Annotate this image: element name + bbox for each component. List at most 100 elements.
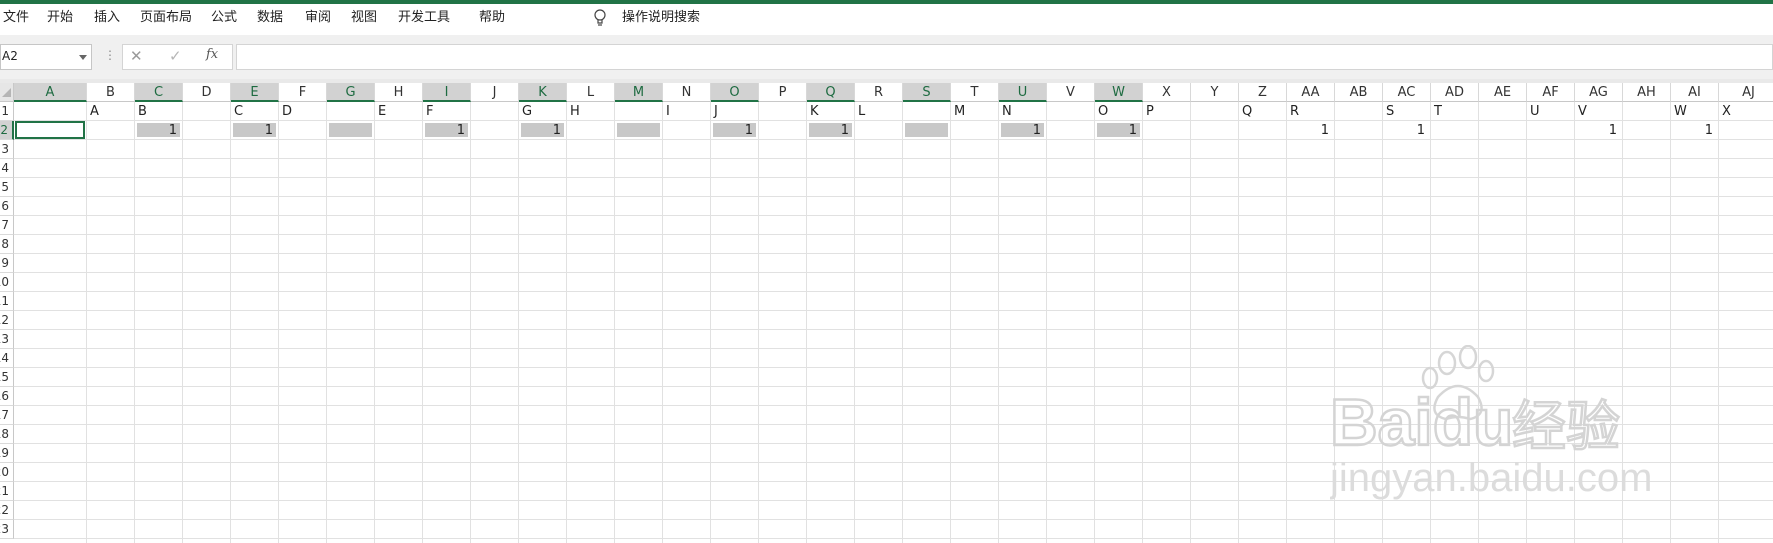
cell-w1[interactable]: O xyxy=(1098,103,1108,121)
column-header-ah[interactable]: AH xyxy=(1623,83,1671,102)
selected-cell-m2[interactable] xyxy=(617,123,660,137)
row-header-8[interactable]: 8 xyxy=(0,235,14,254)
ribbon-tab-1[interactable]: 开始 xyxy=(47,9,73,27)
cell-x1[interactable]: P xyxy=(1146,103,1154,121)
row-header-13[interactable]: 13 xyxy=(0,330,14,349)
row-header-12[interactable]: 12 xyxy=(0,311,14,330)
tell-me-search[interactable]: 操作说明搜索 xyxy=(622,9,700,27)
column-header-m[interactable]: M xyxy=(615,83,663,102)
ribbon-tab-5[interactable]: 数据 xyxy=(257,9,283,27)
cell-c1[interactable]: B xyxy=(138,103,147,121)
selected-cell-g2[interactable] xyxy=(329,123,372,137)
column-header-f[interactable]: F xyxy=(279,83,327,102)
cell-i1[interactable]: F xyxy=(426,103,433,121)
cell-ag1[interactable]: V xyxy=(1578,103,1587,121)
column-header-z[interactable]: Z xyxy=(1239,83,1287,102)
row-header-20[interactable]: 20 xyxy=(0,463,14,482)
row-header-7[interactable]: 7 xyxy=(0,216,14,235)
cell-aa1[interactable]: R xyxy=(1290,103,1299,121)
column-header-a[interactable]: A xyxy=(14,83,87,102)
ribbon-tab-9[interactable]: 帮助 xyxy=(479,9,505,27)
cell-u1[interactable]: N xyxy=(1002,103,1012,121)
cell-ad1[interactable]: T xyxy=(1434,103,1442,121)
cell-ai2[interactable]: 1 xyxy=(1671,122,1713,140)
confirm-entry-button[interactable]: ✓ xyxy=(169,47,182,65)
ribbon-tab-2[interactable]: 插入 xyxy=(94,9,120,27)
column-header-e[interactable]: E xyxy=(231,83,279,102)
row-header-18[interactable]: 18 xyxy=(0,425,14,444)
cell-e2[interactable]: 1 xyxy=(231,122,273,140)
row-header-1[interactable]: 1 xyxy=(0,102,14,121)
row-header-17[interactable]: 17 xyxy=(0,406,14,425)
cell-af1[interactable]: U xyxy=(1530,103,1540,121)
column-header-u[interactable]: U xyxy=(999,83,1047,102)
cell-aj1[interactable]: X xyxy=(1722,103,1731,121)
row-header-22[interactable]: 22 xyxy=(0,501,14,520)
cell-e1[interactable]: C xyxy=(234,103,243,121)
cell-u2[interactable]: 1 xyxy=(999,122,1041,140)
column-header-af[interactable]: AF xyxy=(1527,83,1575,102)
row-header-15[interactable]: 15 xyxy=(0,368,14,387)
row-header-9[interactable]: 9 xyxy=(0,254,14,273)
row-header-5[interactable]: 5 xyxy=(0,178,14,197)
row-header-6[interactable]: 6 xyxy=(0,197,14,216)
column-header-j[interactable]: J xyxy=(471,83,519,102)
cell-ai1[interactable]: W xyxy=(1674,103,1687,121)
formula-bar-grip-icon[interactable]: ⋮ xyxy=(104,48,116,62)
column-header-l[interactable]: L xyxy=(567,83,615,102)
row-header-2[interactable]: 2 xyxy=(0,121,14,140)
cell-q1[interactable]: K xyxy=(810,103,819,121)
column-header-b[interactable]: B xyxy=(87,83,135,102)
ribbon-tab-6[interactable]: 审阅 xyxy=(305,9,331,27)
cell-w2[interactable]: 1 xyxy=(1095,122,1137,140)
column-header-ac[interactable]: AC xyxy=(1383,83,1431,102)
column-header-y[interactable]: Y xyxy=(1191,83,1239,102)
column-header-i[interactable]: I xyxy=(423,83,471,102)
column-header-ag[interactable]: AG xyxy=(1575,83,1623,102)
cell-aa2[interactable]: 1 xyxy=(1287,122,1329,140)
column-header-c[interactable]: C xyxy=(135,83,183,102)
column-header-n[interactable]: N xyxy=(663,83,711,102)
row-header-11[interactable]: 11 xyxy=(0,292,14,311)
cell-z1[interactable]: Q xyxy=(1242,103,1252,121)
cell-t1[interactable]: M xyxy=(954,103,965,121)
cell-r1[interactable]: L xyxy=(858,103,865,121)
row-header-14[interactable]: 14 xyxy=(0,349,14,368)
name-box[interactable]: A2 xyxy=(0,44,92,70)
row-header-3[interactable]: 3 xyxy=(0,140,14,159)
row-header-21[interactable]: 21 xyxy=(0,482,14,501)
column-header-d[interactable]: D xyxy=(183,83,231,102)
column-header-s[interactable]: S xyxy=(903,83,951,102)
row-header-19[interactable]: 19 xyxy=(0,444,14,463)
cell-ac2[interactable]: 1 xyxy=(1383,122,1425,140)
cancel-entry-button[interactable]: ✕ xyxy=(130,47,143,65)
column-header-g[interactable]: G xyxy=(327,83,375,102)
cell-k1[interactable]: G xyxy=(522,103,532,121)
column-header-ae[interactable]: AE xyxy=(1479,83,1527,102)
ribbon-tab-0[interactable]: 文件 xyxy=(3,9,29,27)
row-header-16[interactable]: 16 xyxy=(0,387,14,406)
cell-k2[interactable]: 1 xyxy=(519,122,561,140)
active-cell-a2[interactable] xyxy=(15,121,85,139)
cell-ac1[interactable]: S xyxy=(1386,103,1394,121)
column-header-p[interactable]: P xyxy=(759,83,807,102)
column-header-k[interactable]: K xyxy=(519,83,567,102)
cell-o2[interactable]: 1 xyxy=(711,122,753,140)
column-header-q[interactable]: Q xyxy=(807,83,855,102)
cell-f1[interactable]: D xyxy=(282,103,292,121)
ribbon-tab-8[interactable]: 开发工具 xyxy=(398,9,450,27)
column-header-o[interactable]: O xyxy=(711,83,759,102)
ribbon-tab-3[interactable]: 页面布局 xyxy=(140,9,192,27)
column-header-v[interactable]: V xyxy=(1047,83,1095,102)
column-header-ai[interactable]: AI xyxy=(1671,83,1719,102)
cell-n1[interactable]: I xyxy=(666,103,670,121)
cell-h1[interactable]: E xyxy=(378,103,386,121)
row-header-23[interactable]: 23 xyxy=(0,520,14,539)
row-header-10[interactable]: 10 xyxy=(0,273,14,292)
column-header-r[interactable]: R xyxy=(855,83,903,102)
column-header-t[interactable]: T xyxy=(951,83,999,102)
cell-q2[interactable]: 1 xyxy=(807,122,849,140)
cell-ag2[interactable]: 1 xyxy=(1575,122,1617,140)
formula-input[interactable] xyxy=(236,44,1773,70)
cell-l1[interactable]: H xyxy=(570,103,580,121)
